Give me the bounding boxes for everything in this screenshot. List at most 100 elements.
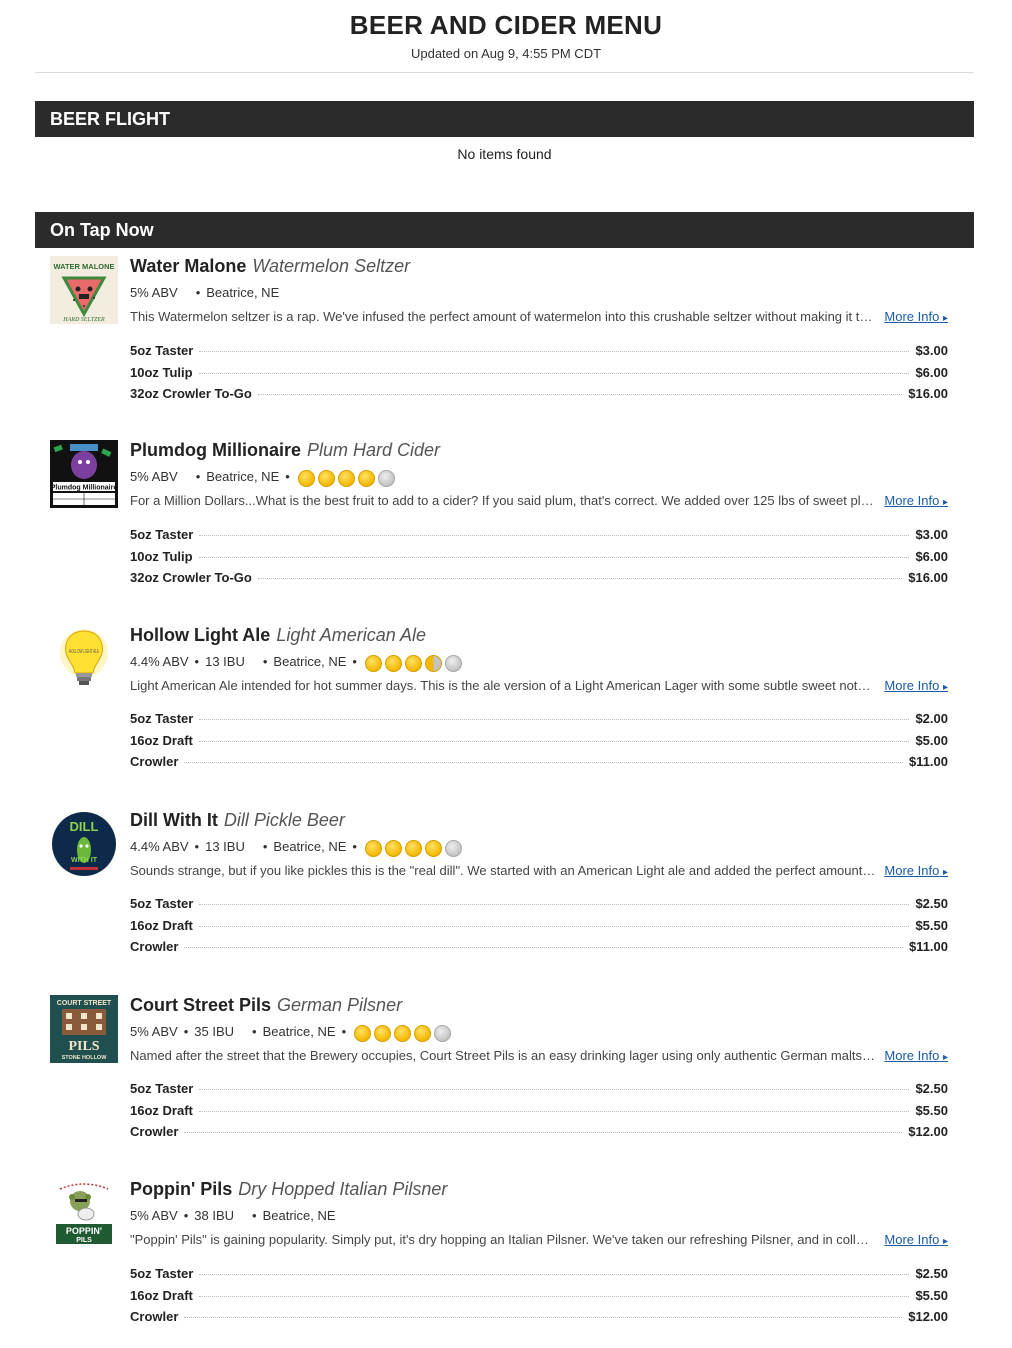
abv-value: 4.4% ABV: [130, 839, 189, 854]
serving-size: 16oz Draft: [130, 917, 193, 933]
abv-value: 5% ABV: [130, 1024, 178, 1039]
beer-name[interactable]: Poppin' Pils: [130, 1179, 232, 1199]
price-list: 5oz Taster $2.50 16oz Draft $5.50 Crowler $…: [130, 896, 948, 961]
more-info-link[interactable]: More Info ▸: [884, 1231, 948, 1251]
section-header-beer-flight: BEER FLIGHT: [35, 101, 974, 137]
image-label-bottom: PILS: [76, 1237, 92, 1244]
ibu-value: 38 IBU: [194, 1208, 235, 1223]
price-list: 5oz Taster $3.00 10oz Tulip $6.00 32oz Cro…: [130, 343, 948, 408]
price-row: 32oz Crowler To-Go $16.00: [130, 570, 948, 592]
image-label-top: DILL: [70, 819, 99, 834]
rating-star-icon: [404, 839, 422, 857]
beer-label-image[interactable]: COURT STREET PILS STONE HOLLOW: [50, 995, 118, 1063]
rating-star-icon: [384, 839, 402, 857]
beer-label-image[interactable]: HOLLOW LIGHT ALE: [50, 625, 118, 693]
chevron-right-icon: ▸: [942, 497, 948, 508]
rating-stars: [364, 652, 465, 674]
serving-price: $3.00: [915, 527, 948, 542]
more-info-label: More Info: [884, 309, 940, 324]
empty-message: No items found: [457, 146, 552, 162]
more-info-label: More Info: [884, 863, 940, 878]
serving-price: $11.00: [908, 754, 948, 769]
page-title: BEER AND CIDER MENU: [349, 10, 663, 40]
beer-meta: 5% ABV • 35 IBU • Beatrice, NE •: [130, 1021, 454, 1043]
brewery-location: Beatrice, NE: [262, 1208, 336, 1223]
beer-label-image[interactable]: Plumdog Millionaire: [50, 440, 118, 508]
image-label-bottom: HARD SELTZER: [62, 317, 105, 323]
serving-size: 32oz Crowler To-Go: [130, 570, 252, 585]
serving-size: 5oz Taster: [130, 343, 194, 358]
price-row: 5oz Taster $3.00: [130, 343, 948, 365]
serving-price: $11.00: [908, 939, 948, 954]
brewery-location: Beatrice, NE: [273, 839, 347, 854]
bullet-separator: •: [262, 654, 268, 669]
more-info-link[interactable]: More Info ▸: [884, 308, 948, 328]
beer-style: Light American Ale: [276, 625, 427, 645]
beer-label-image[interactable]: POPPIN' PILS: [50, 1179, 118, 1247]
image-label-mid: PILS: [68, 1039, 99, 1054]
bullet-separator: •: [352, 654, 357, 669]
rating-star-icon: [364, 839, 382, 857]
bullet-separator: •: [195, 469, 201, 484]
serving-price: $16.00: [908, 386, 948, 401]
price-list: 5oz Taster $3.00 10oz Tulip $6.00 32oz Cro…: [130, 527, 948, 592]
serving-size: 16oz Draft: [130, 1102, 193, 1118]
brewery-location: Beatrice, NE: [206, 285, 280, 300]
more-info-link[interactable]: More Info ▸: [884, 1047, 948, 1067]
beer-meta: 5% ABV • 38 IBU • Beatrice, NE: [130, 1205, 336, 1227]
rating-star-icon: [444, 654, 462, 672]
beer-meta: 5% ABV • Beatrice, NE: [130, 282, 279, 304]
more-info-link[interactable]: More Info ▸: [884, 862, 948, 882]
image-label-top: COURT STREET: [57, 1000, 112, 1007]
bullet-separator: •: [262, 839, 268, 854]
bullet-separator: •: [194, 654, 200, 669]
more-info-label: More Info: [884, 493, 940, 508]
abv-value: 5% ABV: [130, 469, 178, 484]
serving-size: 5oz Taster: [130, 896, 194, 911]
serving-size: 10oz Tulip: [130, 548, 193, 564]
beer-meta: 4.4% ABV • 13 IBU • Beatrice, NE •: [130, 651, 465, 673]
price-row: Crowler $11.00: [130, 754, 948, 776]
beer-description: Sounds strange, but if you like pickles …: [130, 863, 876, 878]
serving-size: 16oz Draft: [130, 1287, 193, 1303]
beer-name[interactable]: Court Street Pils: [130, 995, 271, 1015]
updated-timestamp: Updated on Aug 9, 4:55 PM CDT: [410, 46, 602, 61]
serving-size: Crowler: [130, 1124, 179, 1139]
abv-value: 5% ABV: [130, 285, 178, 300]
serving-price: $12.00: [908, 1309, 948, 1324]
rating-star-icon: [317, 469, 335, 487]
more-info-link[interactable]: More Info ▸: [884, 492, 948, 512]
serving-size: 5oz Taster: [130, 711, 194, 726]
rating-star-icon: [444, 839, 462, 857]
serving-price: $2.50: [915, 1266, 948, 1281]
beer-name[interactable]: Hollow Light Ale: [130, 625, 270, 645]
serving-price: $5.00: [915, 732, 948, 748]
rating-star-icon: [364, 654, 382, 672]
image-label-top: HOLLOW LIGHT ALE: [69, 649, 99, 655]
brewery-location: Beatrice, NE: [273, 654, 347, 669]
beer-name[interactable]: Plumdog Millionaire: [130, 440, 301, 460]
more-info-link[interactable]: More Info ▸: [884, 677, 948, 697]
beer-description: For a Million Dollars...What is the best…: [130, 493, 876, 508]
beer-name[interactable]: Water Malone: [130, 256, 246, 276]
bullet-separator: •: [252, 1208, 257, 1223]
more-info-label: More Info: [884, 1232, 940, 1247]
beer-label-image[interactable]: WATER MALONE HARD SELTZER: [50, 256, 118, 324]
rating-star-icon: [354, 1024, 372, 1042]
price-list: 5oz Taster $2.50 16oz Draft $5.50 Crowler $…: [130, 1266, 948, 1331]
bullet-separator: •: [194, 839, 200, 854]
serving-price: $16.00: [908, 570, 948, 585]
image-label-bottom: STONE HOLLOW: [62, 1055, 108, 1061]
beer-label-image[interactable]: DILL WITH IT: [50, 810, 118, 878]
rating-stars: [364, 837, 465, 859]
rating-stars: [297, 467, 398, 489]
rating-star-icon: [424, 654, 442, 672]
beer-name[interactable]: Dill With It: [130, 810, 218, 830]
price-list: 5oz Taster $2.00 16oz Draft $5.00 Crowler $…: [130, 711, 948, 776]
rating-star-icon: [384, 654, 402, 672]
chevron-right-icon: ▸: [942, 313, 948, 324]
rating-star-icon: [424, 839, 442, 857]
serving-price: $2.00: [915, 711, 948, 726]
serving-price: $5.50: [915, 917, 948, 933]
brewery-location: Beatrice, NE: [262, 1024, 336, 1039]
